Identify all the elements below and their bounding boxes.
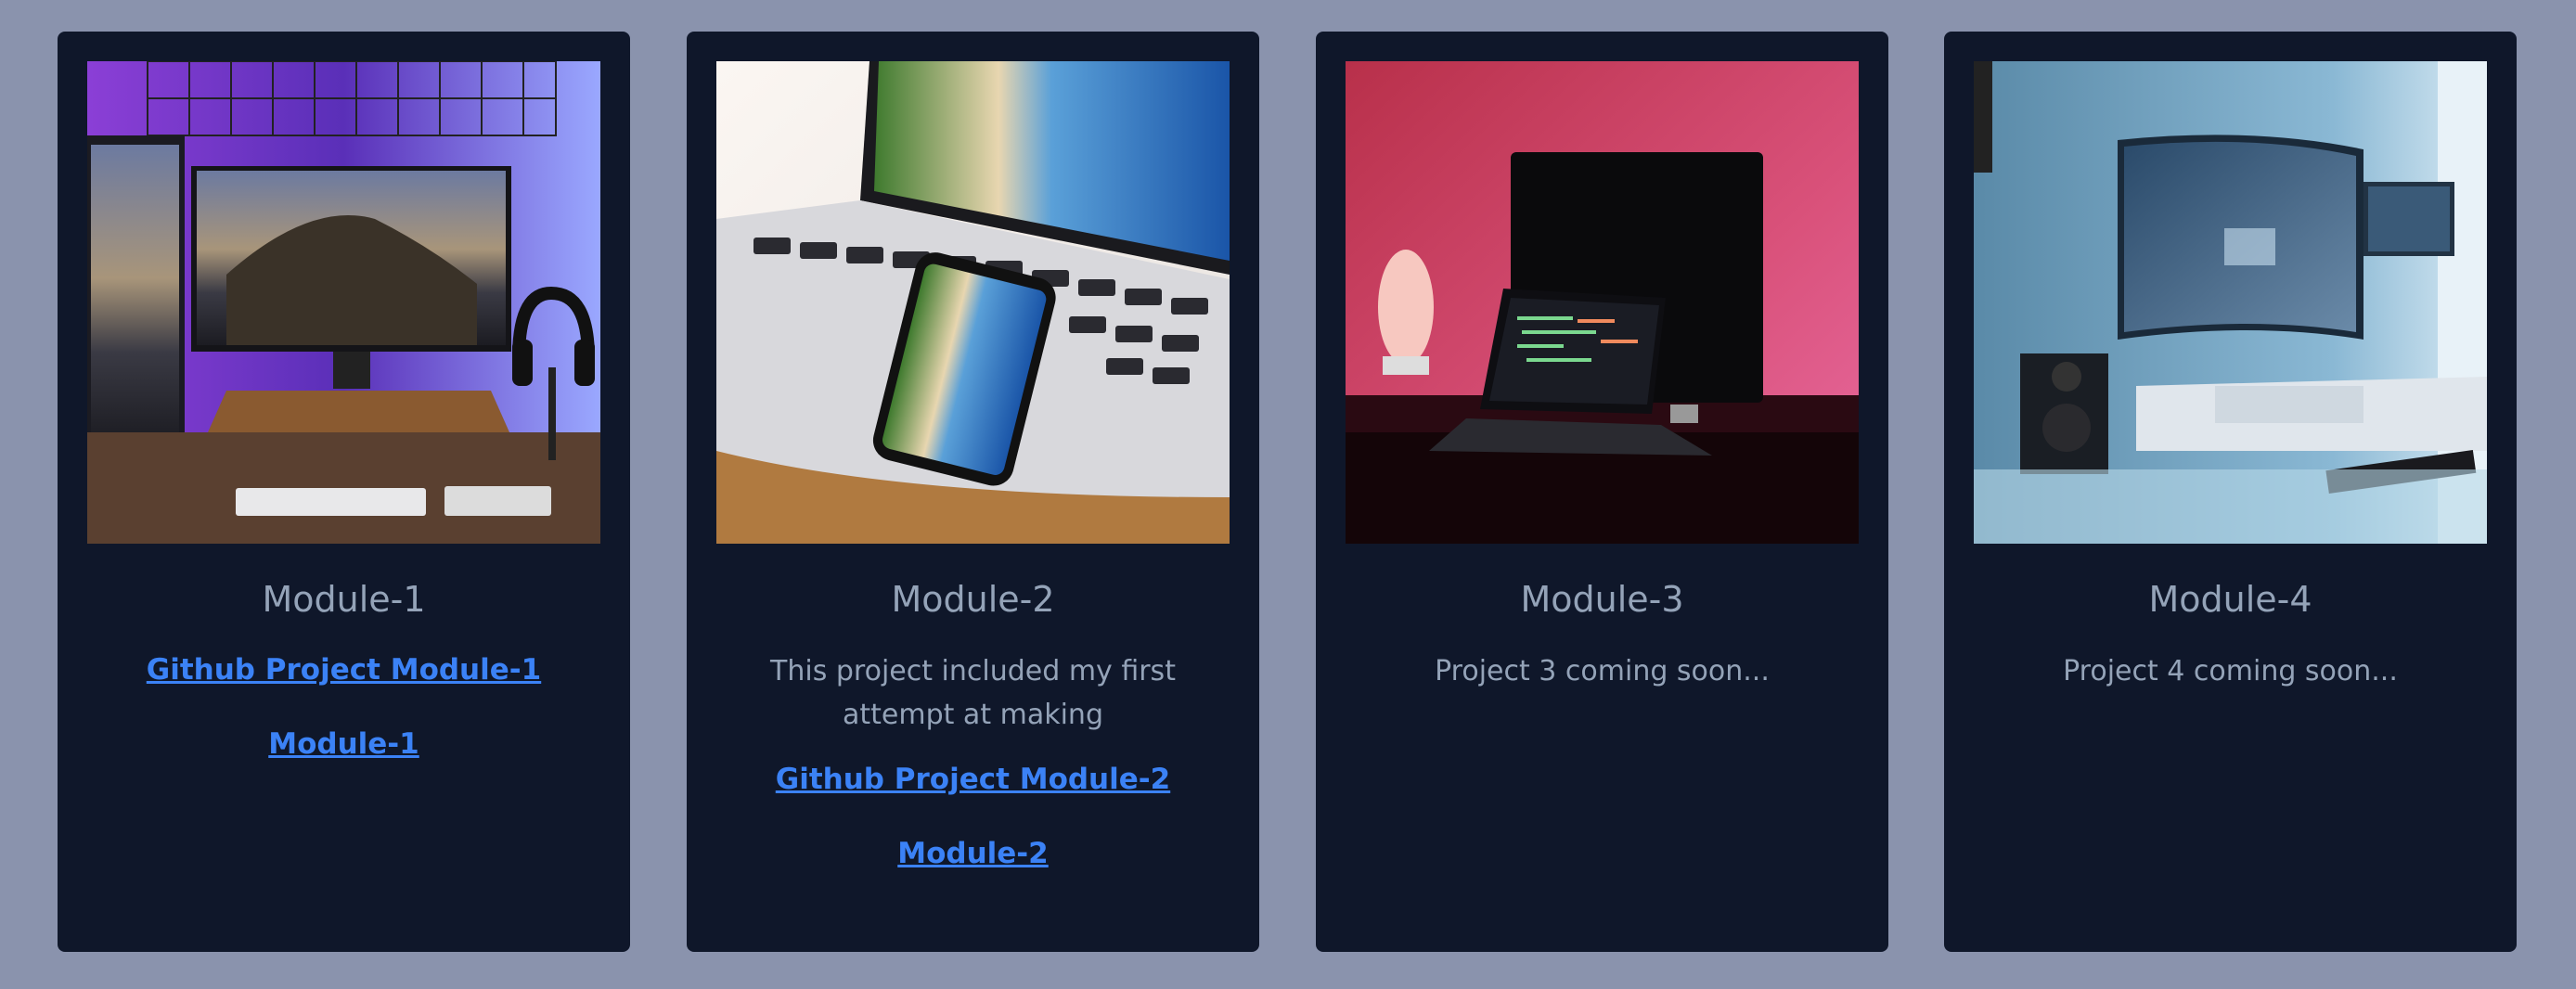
card-title: Module-2	[891, 579, 1055, 620]
module-link[interactable]: Module-2	[724, 833, 1222, 874]
github-project-link[interactable]: Github Project Module-1	[95, 649, 593, 690]
card-title: Module-1	[262, 579, 426, 620]
project-card-module-1: Module-1 Github Project Module-1 Module-…	[58, 32, 630, 952]
project-grid: Module-1 Github Project Module-1 Module-…	[0, 0, 2576, 989]
project-card-module-3: Module-3 Project 3 coming soon...	[1316, 32, 1888, 952]
module-link[interactable]: Module-1	[95, 724, 593, 764]
card-description: This project included my first attempt a…	[770, 655, 1176, 731]
github-project-link[interactable]: Github Project Module-2	[724, 759, 1222, 800]
project-image-module-3	[1346, 61, 1859, 544]
card-title: Module-4	[2148, 579, 2312, 620]
project-image-module-2	[716, 61, 1230, 544]
card-description: Project 3 coming soon...	[1435, 655, 1770, 687]
project-image-module-1	[87, 61, 600, 544]
project-card-module-4: Module-4 Project 4 coming soon...	[1944, 32, 2517, 952]
card-description: Project 4 coming soon...	[2063, 655, 2398, 687]
project-image-module-4	[1974, 61, 2487, 544]
project-card-module-2: Module-2 This project included my first …	[687, 32, 1259, 952]
card-title: Module-3	[1520, 579, 1684, 620]
